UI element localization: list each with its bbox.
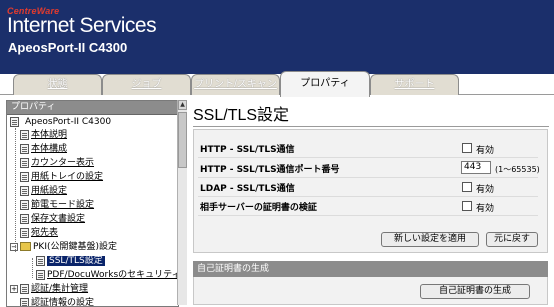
tab-properties[interactable]: プロパティ <box>280 71 370 98</box>
http-ssl-checkbox[interactable] <box>462 143 472 153</box>
document-icon <box>20 228 29 238</box>
tree-root[interactable]: ApeosPort-II C4300 <box>10 116 111 129</box>
ldap-ssl-checkbox-label: 有効 <box>476 182 494 195</box>
scroll-up-icon[interactable]: ▲ <box>178 100 187 110</box>
sidebar-item-authentication[interactable]: + 認証/集計管理 <box>10 283 88 296</box>
document-icon <box>20 144 29 154</box>
tab-properties-label: プロパティ <box>300 78 349 89</box>
document-icon <box>20 158 29 168</box>
sidebar-item-stored-documents[interactable]: 保存文書設定 <box>20 213 85 226</box>
document-icon <box>36 270 45 280</box>
http-ssl-label: HTTP - SSL/TLS通信 <box>200 142 295 155</box>
tab-print-scan-label: プリント/スキャン <box>194 79 277 90</box>
ssl-settings-form: HTTP - SSL/TLS通信 有効 HTTP - SSL/TLS通信ポート番… <box>193 129 548 253</box>
document-icon <box>20 214 29 224</box>
ldap-ssl-checkbox[interactable] <box>462 182 472 192</box>
ldap-ssl-label: LDAP - SSL/TLS通信 <box>200 181 295 194</box>
sidebar-item-pdf-security[interactable]: PDF/DocuWorksのセキュリティ設 <box>36 269 179 282</box>
sidebar-item-label: 用紙設定 <box>31 186 67 196</box>
document-icon <box>20 172 29 182</box>
verify-cert-label: 相手サーバーの証明書の検証 <box>200 200 317 213</box>
sidebar-item-label: 認証/集計管理 <box>31 284 88 294</box>
sidebar-item-counters[interactable]: カウンター表示 <box>20 157 94 170</box>
printer-icon <box>10 117 19 127</box>
page-title: SSL/TLS設定 <box>193 101 289 125</box>
tree-connector-sub <box>32 258 33 278</box>
undo-button[interactable]: 元に戻す <box>486 232 538 247</box>
document-icon <box>20 284 29 294</box>
apply-button[interactable]: 新しい設定を適用 <box>381 232 479 247</box>
verify-cert-checkbox[interactable] <box>462 201 472 211</box>
document-icon <box>20 298 29 307</box>
sidebar-item-label: 本体説明 <box>31 130 67 140</box>
http-ssl-checkbox-label: 有効 <box>476 143 494 156</box>
tree-root-label: ApeosPort-II C4300 <box>25 117 111 127</box>
document-icon <box>20 130 29 140</box>
sidebar-item-label: 保存文書設定 <box>31 214 85 224</box>
tree-title: プロパティ <box>7 101 178 115</box>
device-model: ApeosPort-II C4300 <box>8 40 127 55</box>
tab-support[interactable]: サポート <box>370 74 459 95</box>
sidebar-item-power-saver[interactable]: 節電モード設定 <box>20 199 94 212</box>
main-content: SSL/TLS設定 HTTP - SSL/TLS通信 有効 HTTP - SSL… <box>189 97 554 305</box>
sidebar-item-paper-tray[interactable]: 用紙トレイの設定 <box>20 171 103 184</box>
tab-status-label: 状態 <box>48 79 68 90</box>
port-range-hint: (1〜65535) <box>495 164 540 175</box>
self-cert-section: 自己証明書の生成 <box>193 277 548 305</box>
sidebar-item-label: PKI(公開鍵基盤)設定 <box>33 242 117 252</box>
document-icon <box>20 200 29 210</box>
generate-cert-button[interactable]: 自己証明書の生成 <box>420 284 530 299</box>
tab-status[interactable]: 状態 <box>13 74 102 95</box>
brand-main-text: Internet Services <box>7 14 156 38</box>
tree-scrollbar[interactable]: ▲ <box>177 100 187 305</box>
sidebar-item-label: 節電モード設定 <box>31 200 94 210</box>
sidebar-item-device-description[interactable]: 本体説明 <box>20 129 67 142</box>
sidebar-item-pki[interactable]: − PKI(公開鍵基盤)設定 <box>10 241 117 254</box>
properties-tree: プロパティ ApeosPort-II C4300 本体説明 本体構成 カウンター… <box>6 100 179 307</box>
tree-connector <box>15 128 16 252</box>
tab-print-scan[interactable]: プリント/スキャン <box>191 74 280 95</box>
sidebar-item-configuration[interactable]: 本体構成 <box>20 143 67 156</box>
scroll-thumb[interactable] <box>178 112 187 168</box>
document-icon <box>20 186 29 196</box>
expand-icon[interactable]: + <box>10 285 18 293</box>
http-port-label: HTTP - SSL/TLS通信ポート番号 <box>200 162 340 175</box>
row-divider <box>198 196 538 197</box>
sidebar-item-label: PDF/DocuWorksのセキュリティ設 <box>47 270 179 280</box>
verify-cert-checkbox-label: 有効 <box>476 201 494 214</box>
sidebar-item-label: 宛先表 <box>31 228 58 238</box>
row-divider <box>198 157 538 158</box>
sidebar-item-label: 用紙トレイの設定 <box>31 172 103 182</box>
tab-jobs[interactable]: ジョブ <box>102 74 191 95</box>
row-divider <box>198 215 538 216</box>
sidebar-item-paper-settings[interactable]: 用紙設定 <box>20 185 67 198</box>
sidebar-item-auth-info[interactable]: 認証情報の設定 <box>20 297 94 307</box>
sidebar-item-ssl-tls[interactable]: SSL/TLS設定 <box>36 255 105 268</box>
tab-jobs-label: ジョブ <box>132 79 162 90</box>
tab-support-label: サポート <box>395 79 435 90</box>
collapse-icon[interactable]: − <box>10 243 18 251</box>
document-icon <box>36 256 45 266</box>
sidebar-item-address-book[interactable]: 宛先表 <box>20 227 58 240</box>
sidebar-item-label: 本体構成 <box>31 144 67 154</box>
sidebar-item-label: カウンター表示 <box>31 158 94 168</box>
port-number-input[interactable]: 443 <box>461 161 491 174</box>
self-cert-section-title: 自己証明書の生成 <box>193 261 548 277</box>
title-divider <box>193 126 549 127</box>
app-header: CentreWare Internet Services ApeosPort-I… <box>0 0 554 74</box>
sidebar-item-label: 認証情報の設定 <box>31 298 94 307</box>
folder-open-icon <box>20 242 31 251</box>
row-divider <box>198 177 538 178</box>
sidebar-item-label: SSL/TLS設定 <box>47 256 105 266</box>
